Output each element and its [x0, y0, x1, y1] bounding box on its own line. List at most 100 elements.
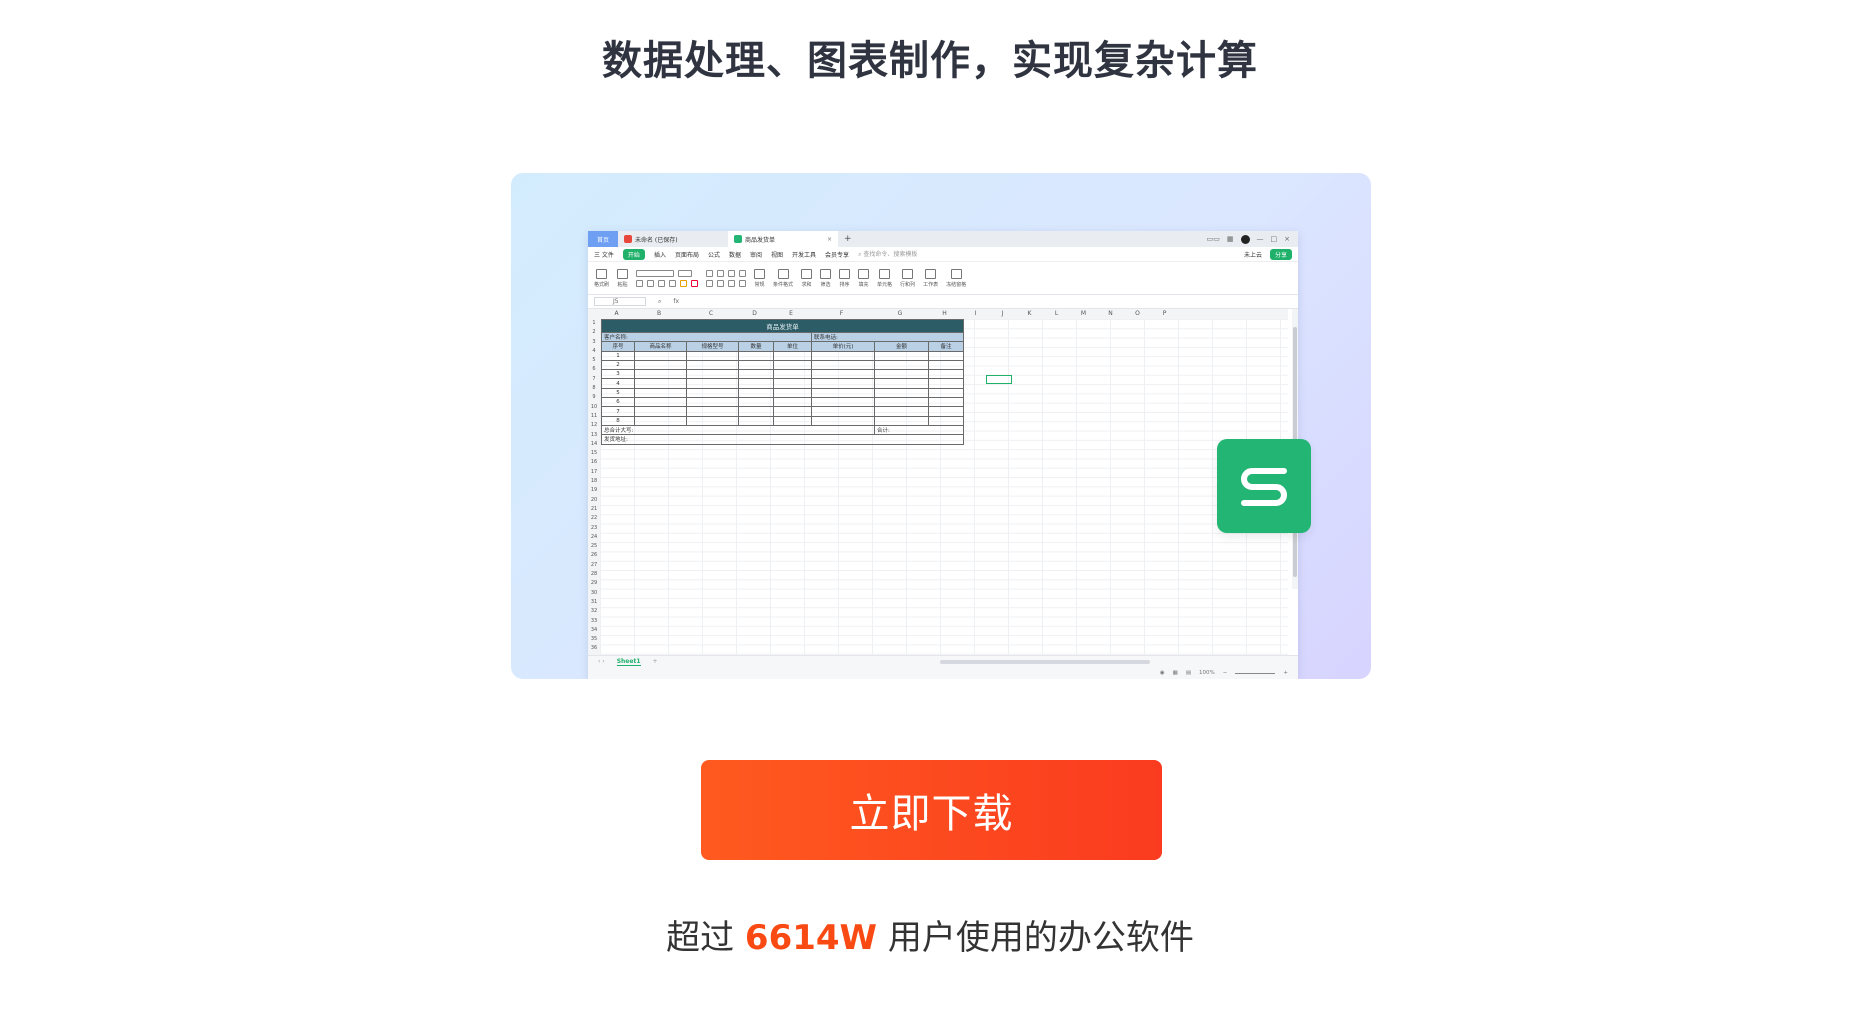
- form-cell[interactable]: [738, 350, 774, 361]
- form-cell[interactable]: [811, 369, 875, 380]
- wrap-icon[interactable]: [739, 269, 747, 277]
- command-search[interactable]: ⌕ 查找命令、搜索模板: [858, 249, 917, 259]
- fill-button[interactable]: 填充: [858, 268, 870, 288]
- tab-doc1[interactable]: 未命名 (已保存): [618, 231, 728, 247]
- freeze-button[interactable]: 冻结窗格: [946, 268, 966, 288]
- form-cell[interactable]: [634, 387, 687, 399]
- form-cell[interactable]: [773, 359, 812, 371]
- conditional-format-button[interactable]: 条件格式: [773, 268, 793, 288]
- align-right-icon[interactable]: [728, 279, 736, 287]
- form-cell[interactable]: [874, 387, 929, 399]
- format-painter-button[interactable]: 格式刷: [594, 268, 609, 288]
- row-header[interactable]: 19: [588, 486, 600, 495]
- menu-member[interactable]: 会员专享: [825, 250, 849, 259]
- sum-button[interactable]: 求和: [801, 268, 813, 288]
- view-normal-icon[interactable]: ▦: [1173, 670, 1178, 676]
- window-close-icon[interactable]: ×: [1284, 235, 1290, 243]
- maximize-icon[interactable]: □: [1271, 235, 1278, 243]
- row-header[interactable]: 10: [588, 403, 600, 412]
- share-button[interactable]: 分享: [1269, 248, 1292, 260]
- form-cell[interactable]: [874, 359, 929, 371]
- column-header[interactable]: K: [1016, 310, 1043, 317]
- menu-formula[interactable]: 公式: [708, 250, 720, 259]
- form-cell[interactable]: [686, 387, 739, 399]
- zoom-level[interactable]: 100%: [1199, 670, 1215, 676]
- form-cell[interactable]: [773, 415, 812, 426]
- font-family-select[interactable]: [636, 269, 675, 277]
- row-header[interactable]: 31: [588, 598, 600, 607]
- filter-button[interactable]: 筛选: [820, 268, 832, 288]
- form-cell[interactable]: [634, 378, 687, 389]
- italic-icon[interactable]: [647, 279, 655, 287]
- row-header[interactable]: 36: [588, 644, 600, 653]
- column-header[interactable]: N: [1097, 310, 1124, 317]
- paste-button[interactable]: 粘贴: [617, 268, 629, 288]
- row-header[interactable]: 35: [588, 635, 600, 644]
- column-header[interactable]: H: [927, 310, 962, 317]
- form-cell[interactable]: [928, 397, 964, 408]
- font-size-select[interactable]: [678, 269, 693, 277]
- form-cell[interactable]: [686, 415, 739, 426]
- border-icon[interactable]: [669, 279, 677, 287]
- row-header[interactable]: 26: [588, 551, 600, 560]
- menu-insert[interactable]: 插入: [654, 250, 666, 259]
- column-header[interactable]: A: [600, 310, 633, 317]
- form-cell[interactable]: [874, 406, 929, 417]
- column-header[interactable]: M: [1070, 310, 1097, 317]
- column-header[interactable]: O: [1124, 310, 1151, 317]
- row-header[interactable]: 12: [588, 421, 600, 430]
- zoom-out-icon[interactable]: −: [1223, 670, 1228, 676]
- form-cell[interactable]: [773, 378, 812, 389]
- row-header[interactable]: 1: [588, 319, 600, 328]
- menu-view[interactable]: 视图: [771, 250, 783, 259]
- form-cell[interactable]: [928, 350, 964, 361]
- column-header[interactable]: L: [1043, 310, 1070, 317]
- column-header[interactable]: F: [810, 310, 873, 317]
- row-header[interactable]: 21: [588, 505, 600, 514]
- form-cell[interactable]: [738, 406, 774, 417]
- minimize-icon[interactable]: —: [1257, 235, 1264, 243]
- form-cell[interactable]: [738, 397, 774, 408]
- column-header[interactable]: P: [1151, 310, 1178, 317]
- column-header[interactable]: B: [633, 310, 685, 317]
- form-cell[interactable]: [686, 397, 739, 408]
- row-header[interactable]: 24: [588, 533, 600, 542]
- bold-icon[interactable]: [636, 279, 644, 287]
- form-cell[interactable]: [811, 415, 875, 426]
- tab-doc2[interactable]: 商品发货单 ×: [728, 231, 838, 247]
- menu-home[interactable]: 开始: [622, 248, 645, 260]
- form-cell[interactable]: [773, 397, 812, 408]
- row-header[interactable]: 14: [588, 440, 600, 449]
- row-header[interactable]: 13: [588, 431, 600, 440]
- form-cell[interactable]: [686, 359, 739, 371]
- form-cell[interactable]: [811, 387, 875, 399]
- column-header[interactable]: C: [685, 310, 737, 317]
- zoom-in-icon[interactable]: +: [1283, 670, 1288, 676]
- eye-icon[interactable]: ◉: [1160, 670, 1165, 676]
- tab-home[interactable]: 首页: [588, 231, 618, 247]
- avatar[interactable]: [1240, 234, 1250, 244]
- row-header[interactable]: 7: [588, 375, 600, 384]
- row-header[interactable]: 15: [588, 449, 600, 458]
- form-cell[interactable]: [634, 415, 687, 426]
- row-col-button[interactable]: 行和列: [900, 268, 915, 288]
- menu-dev-tools[interactable]: 开发工具: [792, 250, 816, 259]
- form-cell[interactable]: [738, 369, 774, 380]
- menu-page-layout[interactable]: 页面布局: [675, 250, 699, 259]
- row-header[interactable]: 6: [588, 365, 600, 374]
- add-sheet-icon[interactable]: +: [653, 658, 658, 665]
- row-header[interactable]: 23: [588, 524, 600, 533]
- close-icon[interactable]: ×: [827, 236, 832, 243]
- form-cell[interactable]: [738, 387, 774, 399]
- fill-color-icon[interactable]: [680, 279, 688, 287]
- row-header[interactable]: 25: [588, 542, 600, 551]
- view-page-icon[interactable]: ▤: [1186, 670, 1191, 676]
- row-header[interactable]: 16: [588, 458, 600, 467]
- row-header[interactable]: 5: [588, 356, 600, 365]
- row-header[interactable]: 30: [588, 589, 600, 598]
- form-cell[interactable]: [874, 397, 929, 408]
- column-header[interactable]: J: [989, 310, 1016, 317]
- row-header[interactable]: 8: [588, 384, 600, 393]
- form-cell[interactable]: [874, 350, 929, 361]
- form-cell[interactable]: [773, 350, 812, 361]
